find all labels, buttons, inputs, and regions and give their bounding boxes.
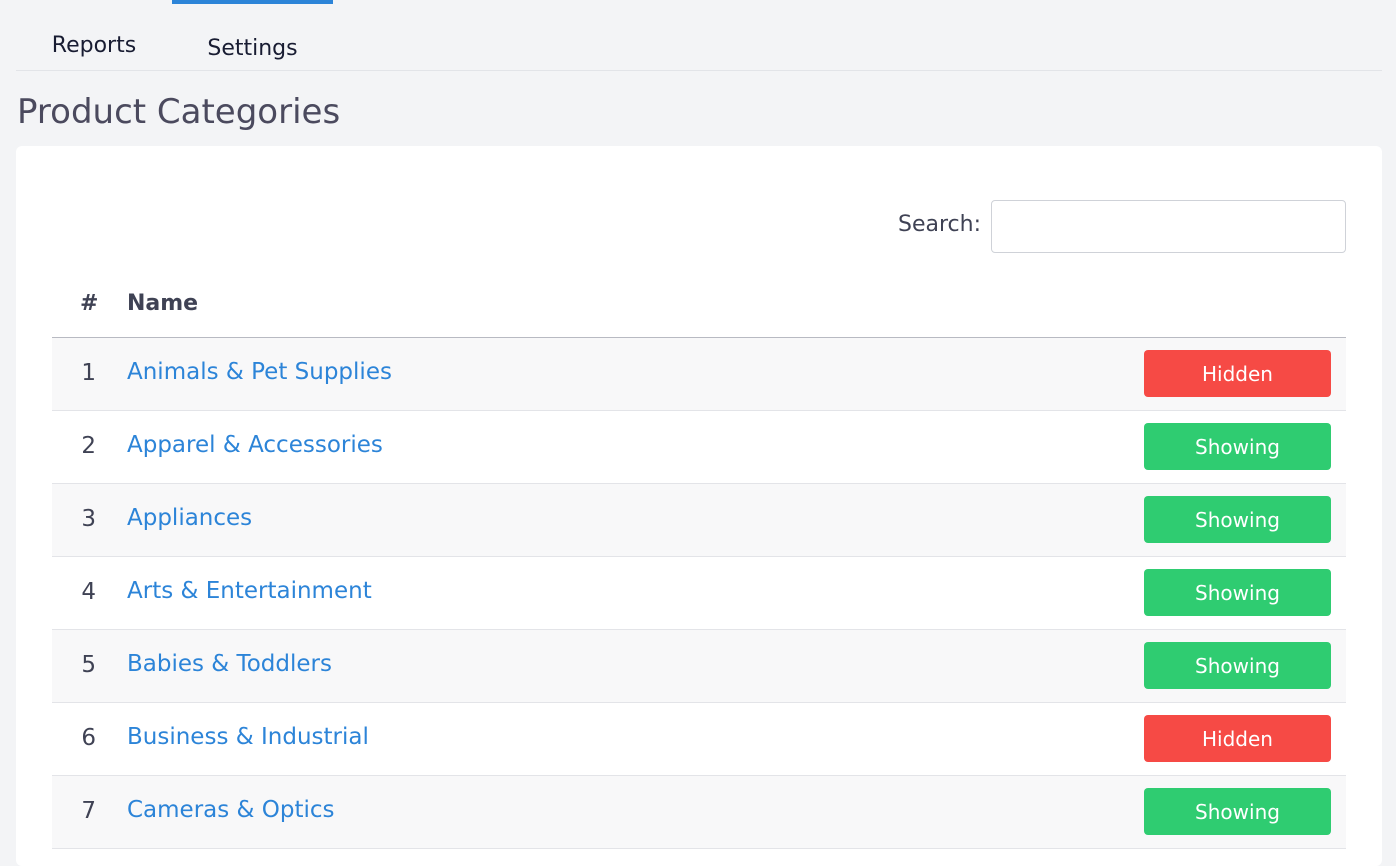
category-link[interactable]: Babies & Toddlers bbox=[127, 651, 332, 677]
category-link[interactable]: Arts & Entertainment bbox=[127, 578, 372, 604]
row-number: 1 bbox=[81, 360, 96, 386]
page-title: Product Categories bbox=[17, 92, 341, 132]
category-link[interactable]: Apparel & Accessories bbox=[127, 432, 383, 458]
table-header: # Name bbox=[52, 276, 1346, 338]
status-toggle-button[interactable]: Showing bbox=[1144, 496, 1331, 543]
status-toggle-button[interactable]: Hidden bbox=[1144, 715, 1331, 762]
status-toggle-button[interactable]: Showing bbox=[1144, 642, 1331, 689]
category-link[interactable]: Cameras & Optics bbox=[127, 797, 335, 823]
row-number: 3 bbox=[81, 506, 96, 532]
row-number: 5 bbox=[81, 652, 96, 678]
column-header-number[interactable]: # bbox=[80, 291, 98, 316]
column-header-name[interactable]: Name bbox=[127, 291, 198, 316]
tab-settings[interactable]: Settings bbox=[172, 0, 333, 70]
table-row: 1 Animals & Pet Supplies Hidden bbox=[52, 338, 1346, 411]
category-link[interactable]: Business & Industrial bbox=[127, 724, 369, 750]
table-row: 2 Apparel & Accessories Showing bbox=[52, 411, 1346, 484]
tab-reports[interactable]: Reports bbox=[16, 0, 172, 70]
tab-bar: Reports Settings bbox=[16, 0, 1382, 71]
status-toggle-button[interactable]: Showing bbox=[1144, 569, 1331, 616]
status-toggle-button[interactable]: Showing bbox=[1144, 423, 1331, 470]
row-number: 7 bbox=[81, 798, 96, 824]
status-toggle-button[interactable]: Hidden bbox=[1144, 350, 1331, 397]
row-number: 6 bbox=[81, 725, 96, 751]
row-number: 4 bbox=[81, 579, 96, 605]
search-input[interactable] bbox=[991, 200, 1346, 253]
row-number: 2 bbox=[81, 433, 96, 459]
table-row: 4 Arts & Entertainment Showing bbox=[52, 557, 1346, 630]
table-row: 5 Babies & Toddlers Showing bbox=[52, 630, 1346, 703]
categories-card: Search: # Name 1 Animals & Pet Supplies … bbox=[16, 146, 1382, 866]
search-label: Search: bbox=[898, 212, 981, 237]
status-toggle-button[interactable]: Showing bbox=[1144, 788, 1331, 835]
table-row: 6 Business & Industrial Hidden bbox=[52, 703, 1346, 776]
category-link[interactable]: Appliances bbox=[127, 505, 252, 531]
categories-table: # Name 1 Animals & Pet Supplies Hidden 2… bbox=[52, 276, 1346, 849]
category-link[interactable]: Animals & Pet Supplies bbox=[127, 359, 392, 385]
table-row: 7 Cameras & Optics Showing bbox=[52, 776, 1346, 849]
table-row: 3 Appliances Showing bbox=[52, 484, 1346, 557]
